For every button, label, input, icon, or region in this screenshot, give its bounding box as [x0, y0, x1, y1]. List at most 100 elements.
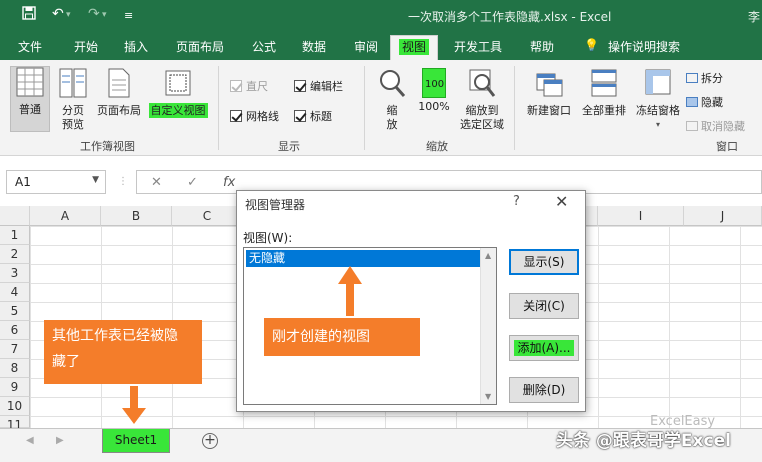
group-separator [514, 66, 515, 150]
row-header[interactable]: 1 [0, 226, 30, 245]
sheet-tab-sheet1[interactable]: Sheet1 [102, 429, 170, 453]
headings-checkbox[interactable]: 标题 [294, 108, 332, 124]
customize-icon[interactable]: ≡ [124, 9, 133, 22]
zoom-100-button[interactable]: 100 100% [416, 68, 452, 114]
column-header[interactable]: B [101, 206, 172, 226]
close-button[interactable]: 关闭(C) [509, 293, 579, 319]
row-header[interactable]: 7 [0, 340, 30, 359]
scrollbar[interactable]: ▲ ▼ [480, 248, 496, 404]
new-window-label: 新建窗口 [527, 104, 571, 117]
zoom-100-icon: 100 [422, 68, 446, 98]
page-layout-view-button[interactable]: 页面布局 [94, 68, 144, 118]
headings-check-icon [294, 110, 306, 122]
name-box[interactable]: A1 ▼ [6, 170, 106, 194]
scroll-down-icon[interactable]: ▼ [485, 392, 491, 401]
row-header[interactable]: 3 [0, 264, 30, 283]
add-button[interactable]: 添加(A)... [509, 335, 579, 361]
tab-insert[interactable]: 插入 [124, 38, 148, 55]
hidden-sheets-callout: 其他工作表已经被隐 藏了 [44, 320, 202, 384]
cancel-icon[interactable]: ✕ [151, 175, 162, 190]
column-header[interactable]: J [684, 206, 762, 226]
tab-home[interactable]: 开始 [74, 38, 98, 55]
redo-dropdown-icon[interactable]: ▾ [102, 10, 107, 20]
help-icon[interactable]: ? [513, 194, 520, 209]
tab-review[interactable]: 审阅 [354, 38, 378, 55]
tell-me-search[interactable]: 操作说明搜索 [608, 38, 680, 55]
confirm-icon[interactable]: ✓ [187, 175, 198, 190]
page-break-label: 分页 预览 [62, 104, 84, 131]
user-name[interactable]: 李 [748, 8, 760, 25]
row-header[interactable]: 5 [0, 302, 30, 321]
headings-label: 标题 [310, 110, 332, 123]
arrange-all-button[interactable]: 全部重排 [578, 68, 630, 118]
gridlines-check-icon [230, 110, 242, 122]
formula-bar-checkbox[interactable]: 编辑栏 [294, 78, 343, 94]
tab-developer[interactable]: 开发工具 [454, 38, 502, 55]
down-arrow-icon [122, 386, 146, 424]
custom-views-icon [146, 68, 210, 102]
list-item[interactable]: 无隐藏 [246, 250, 480, 267]
split-label: 拆分 [701, 72, 723, 85]
column-header[interactable]: I [598, 206, 684, 226]
ruler-check-icon [230, 80, 242, 92]
hide-icon [686, 97, 698, 107]
tab-page-layout[interactable]: 页面布局 [176, 38, 224, 55]
title-bar: ↶ ▾ ↷ ▾ ≡ 一次取消多个工作表隐藏.xlsx - Excel 李 [0, 0, 762, 32]
column-header[interactable]: C [172, 206, 243, 226]
zoom-button[interactable]: 缩 放 [374, 68, 410, 132]
row-header[interactable]: 10 [0, 397, 30, 416]
zoom-group-label: 缩放 [426, 140, 448, 153]
row-header[interactable]: 4 [0, 283, 30, 302]
prev-sheet-icon[interactable]: ◀ [26, 435, 34, 446]
normal-view-label: 普通 [19, 103, 41, 116]
split-button[interactable]: 拆分 [686, 70, 723, 86]
close-icon[interactable]: ✕ [555, 192, 568, 211]
page-layout-label: 页面布局 [97, 104, 141, 117]
unhide-icon [686, 121, 698, 131]
freeze-panes-button[interactable]: 冻结窗格 ▾ [632, 68, 684, 132]
row-header[interactable]: 8 [0, 359, 30, 378]
zoom-label: 缩 放 [386, 104, 398, 131]
normal-view-button[interactable]: 普通 [10, 66, 50, 132]
add-sheet-icon[interactable]: + [202, 433, 218, 449]
scroll-up-icon[interactable]: ▲ [485, 251, 491, 260]
undo-dropdown-icon[interactable]: ▾ [66, 10, 71, 20]
tab-data[interactable]: 数据 [302, 38, 326, 55]
row-header[interactable]: 6 [0, 321, 30, 340]
ruler-checkbox[interactable]: 直尺 [230, 78, 268, 94]
chevron-down-icon[interactable]: ▼ [92, 175, 99, 185]
column-header[interactable]: A [30, 206, 101, 226]
hide-window-button[interactable]: 隐藏 [686, 94, 723, 110]
freeze-dropdown-icon: ▾ [655, 120, 660, 129]
row-header[interactable]: 2 [0, 245, 30, 264]
tab-formulas[interactable]: 公式 [252, 38, 276, 55]
gridlines-label: 网格线 [246, 110, 279, 123]
zoom-to-selection-button[interactable]: 缩放到 选定区域 [456, 68, 508, 132]
unhide-window-button[interactable]: 取消隐藏 [686, 118, 745, 134]
drag-handle-icon[interactable]: ⋮ [118, 176, 128, 187]
new-window-button[interactable]: 新建窗口 [522, 68, 576, 118]
group-separator [364, 66, 365, 150]
show-button[interactable]: 显示(S) [509, 249, 579, 275]
custom-views-button[interactable]: 自定义视图 [146, 68, 210, 118]
magnifier-icon [374, 68, 410, 102]
delete-button[interactable]: 删除(D) [509, 377, 579, 403]
select-all-corner[interactable] [0, 206, 30, 226]
page-break-preview-button[interactable]: 分页 预览 [56, 68, 90, 132]
new-view-callout: 刚才创建的视图 [264, 318, 420, 356]
tab-help[interactable]: 帮助 [530, 38, 554, 55]
next-sheet-icon[interactable]: ▶ [56, 435, 64, 446]
tab-file[interactable]: 文件 [18, 38, 42, 55]
row-header[interactable]: 11 [0, 416, 30, 432]
new-window-icon [522, 68, 576, 102]
redo-icon[interactable]: ↷ [88, 6, 100, 22]
gridlines-checkbox[interactable]: 网格线 [230, 108, 279, 124]
insert-function-icon[interactable]: fx [223, 175, 235, 190]
tab-view[interactable]: 视图 [390, 35, 439, 61]
ribbon: 普通 分页 预览 页面布局 自定义视图 工作簿视图 直尺 编辑栏 网格线 标题 … [0, 60, 762, 156]
row-header[interactable]: 9 [0, 378, 30, 397]
undo-icon[interactable]: ↶ [52, 6, 64, 22]
freeze-panes-icon [632, 68, 684, 102]
view-manager-dialog: 视图管理器 ? ✕ 视图(W): 无隐藏 ▲ ▼ 显示(S) 关闭(C) 添加(… [236, 190, 586, 412]
save-icon[interactable] [22, 6, 36, 24]
